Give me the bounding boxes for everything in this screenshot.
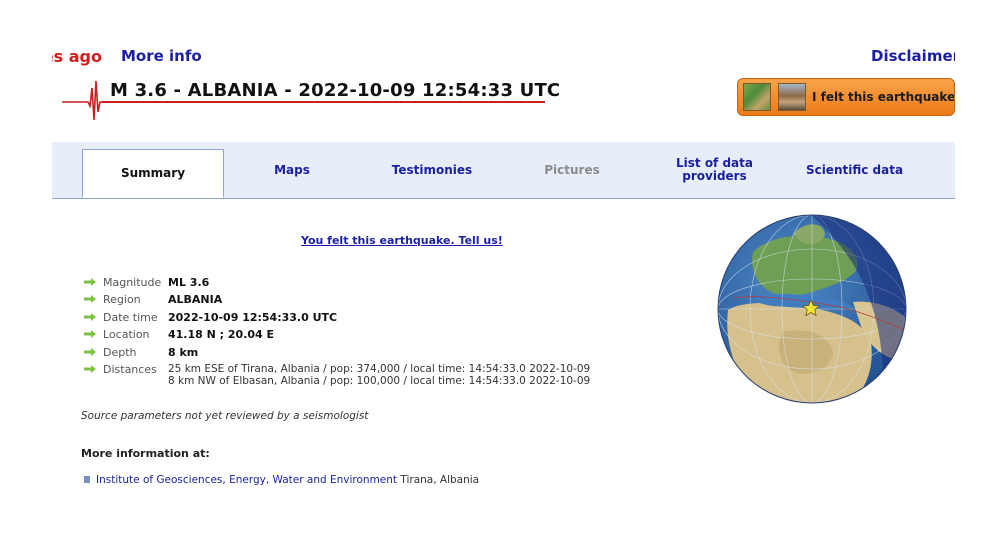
institute-location: Tirana, Albania xyxy=(397,474,480,486)
page-title: M 3.6 - ALBANIA - 2022-10-09 12:54:33 UT… xyxy=(110,80,561,101)
param-label: Magnitude xyxy=(103,276,162,289)
green-arrow-icon xyxy=(84,364,96,373)
magnitude-value: ML 3.6 xyxy=(168,276,210,289)
tab-bar: Summary Maps Testimonies Pictures List o… xyxy=(52,142,955,199)
green-arrow-icon xyxy=(84,278,96,286)
tab-maps[interactable]: Maps xyxy=(242,142,342,198)
distance-line: 25 km ESE of Tirana, Albania / pop: 374,… xyxy=(168,362,591,375)
damage-photo-icon xyxy=(778,83,806,111)
location-value: 41.18 N ; 20.04 E xyxy=(168,328,275,342)
depth-value: 8 km xyxy=(168,345,199,359)
distance-line: 8 km NW of Elbasan, Albania / pop: 100,0… xyxy=(168,374,591,387)
param-label: Date time xyxy=(103,310,158,324)
param-label: Depth xyxy=(103,345,137,359)
region-value: ALBANIA xyxy=(168,293,223,307)
datetime-value: 2022-10-09 12:54:33.0 UTC xyxy=(168,310,338,324)
title-underline xyxy=(102,101,545,103)
tab-testimonies[interactable]: Testimonies xyxy=(372,142,492,198)
felt-earthquake-button[interactable]: I felt this earthquake xyxy=(737,78,955,116)
more-info-link[interactable]: More info xyxy=(121,47,202,65)
tab-pictures: Pictures xyxy=(544,162,600,177)
bullet-icon xyxy=(84,476,90,483)
distances-list: 25 km ESE of Tirana, Albania / pop: 374,… xyxy=(168,363,590,387)
green-arrow-icon xyxy=(84,347,96,356)
green-arrow-icon xyxy=(84,295,96,304)
disclaimer-link[interactable]: Disclaimer xyxy=(871,47,955,65)
institute-link[interactable]: Institute of Geosciences, Energy, Water … xyxy=(96,474,397,486)
tab-data-providers[interactable]: List of data providers xyxy=(662,142,767,198)
map-thumbnail-icon xyxy=(743,83,771,111)
tab-summary[interactable]: Summary xyxy=(82,149,224,198)
felt-button-label: I felt this earthquake xyxy=(812,90,955,104)
param-label: Location xyxy=(103,328,150,342)
felt-report-link[interactable]: You felt this earthquake. Tell us! xyxy=(301,234,503,247)
param-label: Region xyxy=(103,293,141,307)
globe-map[interactable] xyxy=(713,212,911,408)
time-ago-link[interactable]: es ago xyxy=(52,47,102,66)
more-info-heading: More information at: xyxy=(81,447,210,460)
green-arrow-icon xyxy=(84,330,96,339)
source-note: Source parameters not yet reviewed by a … xyxy=(81,410,369,422)
green-arrow-icon xyxy=(84,312,96,321)
tab-scientific-data[interactable]: Scientific data xyxy=(792,142,917,198)
institute-item: Institute of Geosciences, Energy, Water … xyxy=(84,474,479,486)
param-label: Distances xyxy=(103,362,157,376)
